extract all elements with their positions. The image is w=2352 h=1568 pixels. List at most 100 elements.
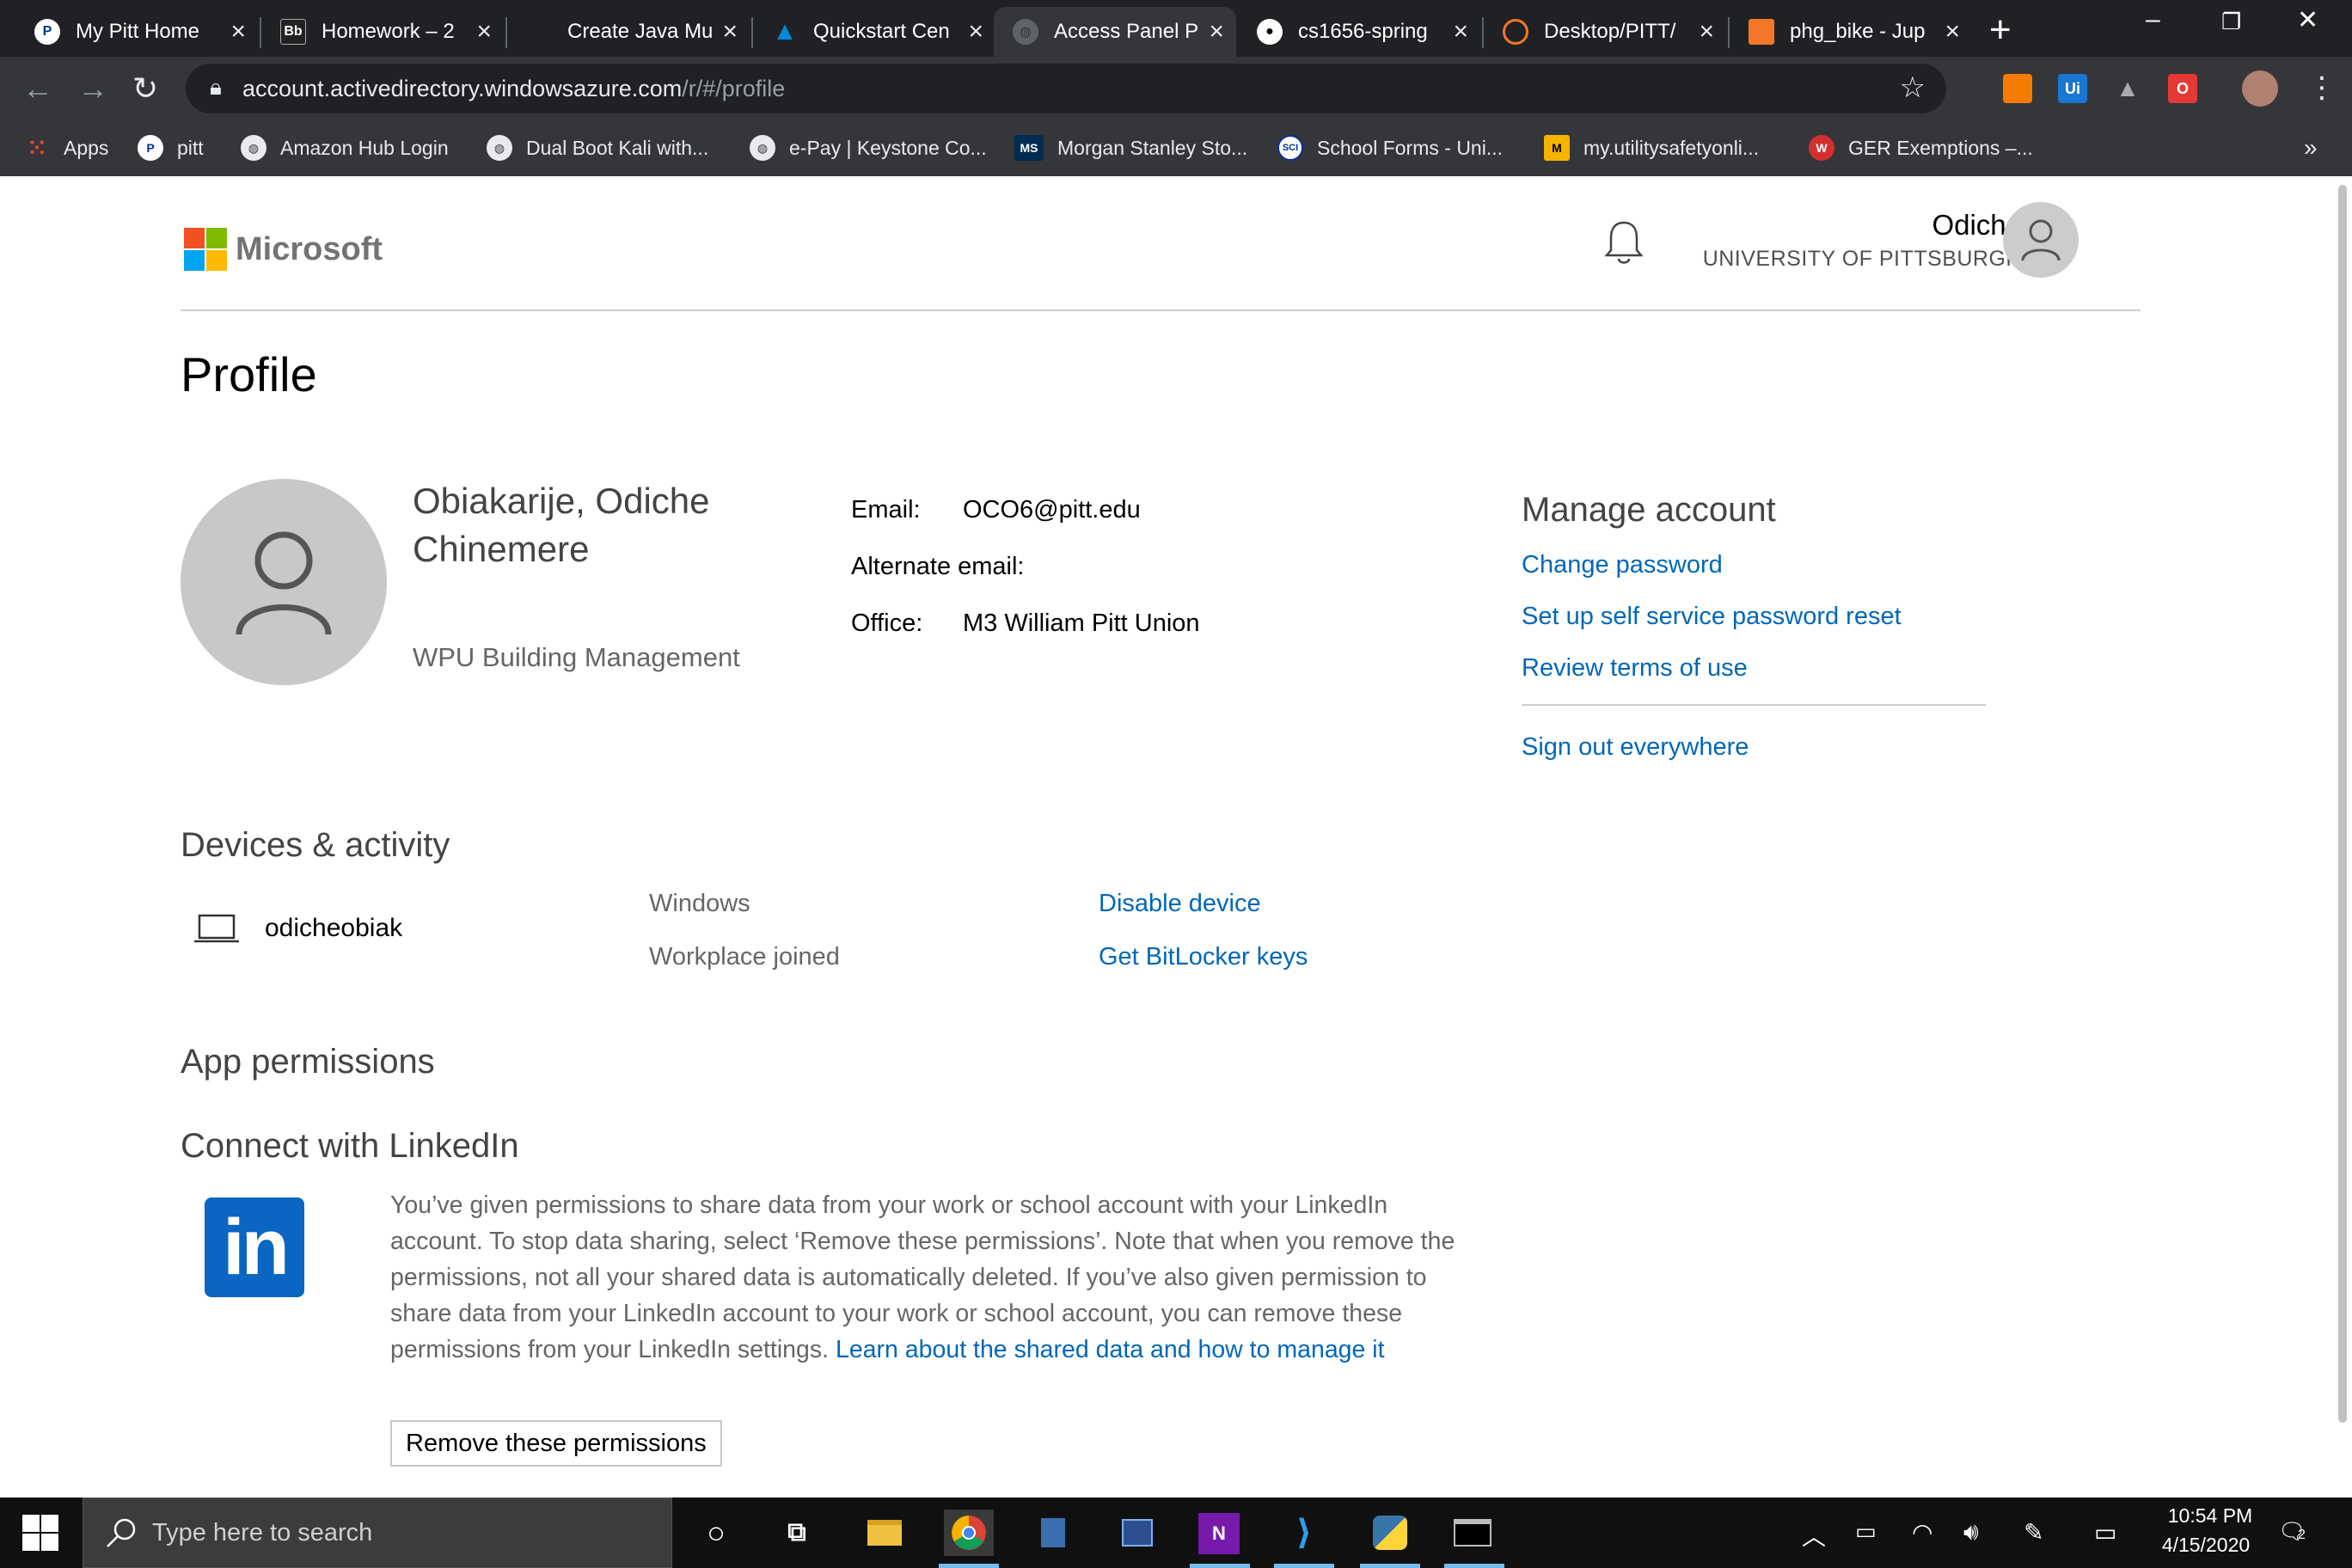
profile-avatar — [181, 479, 387, 685]
back-icon[interactable]: ← — [22, 70, 53, 107]
bookmark-star-icon[interactable]: ☆ — [1900, 70, 1926, 105]
vscode-icon[interactable]: ⟩ — [1281, 1510, 1327, 1556]
bookmark-apps[interactable]: ⁙ Apps — [24, 131, 108, 165]
pitt-seal-icon: P — [34, 19, 60, 45]
review-terms-link[interactable]: Review terms of use — [1522, 654, 1748, 683]
close-tab-icon[interactable]: × — [968, 17, 983, 46]
wifi-icon[interactable]: ◠ — [1912, 1518, 1932, 1547]
close-tab-icon[interactable]: × — [1699, 17, 1714, 46]
bookmarks-overflow-icon[interactable]: » — [2304, 131, 2318, 165]
close-tab-icon[interactable]: × — [722, 17, 738, 46]
page-title: Profile — [181, 347, 317, 401]
url-text[interactable]: account.activedirectory.windowsazure.com… — [242, 76, 785, 102]
sspr-link[interactable]: Set up self service password reset — [1522, 603, 1902, 631]
profile-avatar-icon[interactable] — [2242, 70, 2278, 107]
tab-desktop-pitt[interactable]: Desktop/PITT/ × — [1484, 7, 1726, 57]
header-divider — [181, 309, 2141, 311]
taskbar-search[interactable]: Type here to search — [83, 1498, 672, 1568]
bookmark-school-forms[interactable]: SCI School Forms - Uni... — [1277, 131, 1503, 165]
show-hidden-icons-chevron-icon[interactable]: ︿ — [1802, 1518, 1826, 1553]
linkedin-heading: Connect with LinkedIn — [181, 1127, 519, 1165]
clock-time[interactable]: 10:54 PM — [2163, 1504, 2257, 1528]
office-value: M3 William Pitt Union — [963, 609, 1200, 637]
disable-device-link[interactable]: Disable device — [1099, 890, 1261, 918]
scrollbar[interactable] — [2338, 185, 2347, 1423]
notification-center-icon[interactable]: 🗨︎2 — [2278, 1518, 2306, 1545]
tab-quickstart[interactable]: ▲ Quickstart Cen × — [753, 7, 995, 57]
person-icon — [236, 531, 332, 635]
tab-access-panel[interactable]: ◍ Access Panel P × — [994, 7, 1236, 57]
minimize-button[interactable]: – — [2146, 5, 2160, 34]
keyboard-icon[interactable]: ▭ — [2094, 1518, 2116, 1547]
windows-start-icon[interactable] — [22, 1515, 58, 1551]
bookmark-epay[interactable]: ◍ e-Pay | Keystone Co... — [750, 131, 987, 165]
clock-date[interactable]: 4/15/2020 — [2153, 1534, 2259, 1557]
close-window-button[interactable]: ✕ — [2297, 5, 2318, 35]
address-bar[interactable]: 🔒︎ account.activedirectory.windowsazure.… — [186, 64, 1946, 113]
file-explorer-icon[interactable] — [861, 1510, 908, 1556]
menu-kebab-icon[interactable]: ⋮ — [2307, 70, 2337, 105]
alternate-email-label: Alternate email: — [851, 553, 1025, 580]
close-tab-icon[interactable]: × — [1209, 17, 1224, 46]
reload-icon[interactable]: ↻ — [132, 70, 158, 107]
office-label: Office: — [851, 609, 923, 637]
tab-cs1656[interactable]: ● cs1656-spring × — [1238, 7, 1480, 57]
tab-strip: P My Pitt Home × Bb Homework – 2 × Creat… — [0, 0, 2352, 57]
manage-account-heading: Manage account — [1522, 491, 1776, 529]
bookmark-utility-safety[interactable]: M my.utilitysafetyonli... — [1544, 131, 1759, 165]
command-prompt-icon[interactable] — [1449, 1510, 1496, 1556]
pen-icon[interactable]: ✎ — [2024, 1518, 2043, 1547]
bookmark-pitt[interactable]: P pitt — [138, 131, 204, 165]
close-tab-icon[interactable]: × — [230, 17, 246, 46]
restore-button[interactable]: ❐ — [2221, 9, 2241, 35]
onenote-active-indicator — [1190, 1564, 1250, 1568]
battery-icon[interactable]: ▭ — [1855, 1518, 1877, 1545]
close-tab-icon[interactable]: × — [1945, 17, 1960, 46]
close-tab-icon[interactable]: × — [1453, 17, 1468, 46]
onenote-icon[interactable]: N — [1198, 1513, 1240, 1554]
app-permissions-heading: App permissions — [181, 1043, 435, 1081]
profile-department: WPU Building Management — [413, 642, 740, 672]
remove-permissions-button[interactable]: Remove these permissions — [390, 1420, 722, 1467]
tab-phg-bike[interactable]: phg_bike - Jup × — [1730, 7, 1972, 57]
security-tool-icon[interactable] — [1030, 1510, 1076, 1556]
network-tool-icon[interactable] — [1114, 1510, 1161, 1556]
forward-icon[interactable]: → — [77, 70, 108, 107]
person-icon — [2021, 219, 2061, 261]
volume-icon[interactable]: 🔊︎ — [1963, 1518, 1979, 1547]
bookmarks-bar: ⁙ Apps P pitt ◍ Amazon Hub Login ◍ Dual … — [0, 120, 2352, 176]
extension-ui-icon[interactable]: Ui — [2058, 74, 2087, 103]
tab-homework[interactable]: Bb Homework – 2 × — [261, 7, 504, 57]
email-label: Email: — [851, 496, 921, 524]
tab-create-java[interactable]: Create Java Mu × — [507, 7, 750, 57]
chrome-icon[interactable] — [944, 1510, 994, 1556]
windows-taskbar: Type here to search ○ ⧉ N ⟩ ︿ ▭ ◠ 🔊︎ ✎ ▭… — [0, 1498, 2352, 1568]
extension-red-icon[interactable]: O — [2168, 74, 2197, 103]
sign-out-everywhere-link[interactable]: Sign out everywhere — [1522, 733, 1749, 762]
device-name: odicheobiak — [265, 914, 403, 942]
github-icon: ● — [1257, 19, 1283, 45]
lock-icon: 🔒︎ — [210, 74, 222, 100]
bitlocker-keys-link[interactable]: Get BitLocker keys — [1099, 943, 1308, 971]
bookmark-ger-exemptions[interactable]: W GER Exemptions –... — [1809, 131, 2033, 165]
notification-bell-icon[interactable] — [1604, 219, 1644, 266]
m-logo-icon: M — [1544, 135, 1570, 161]
learn-shared-data-link[interactable]: Learn about the shared data and how to m… — [836, 1336, 1385, 1363]
microsoft-logo: Microsoft — [184, 228, 383, 271]
cortana-icon[interactable]: ○ — [693, 1510, 739, 1556]
search-icon — [107, 1518, 136, 1547]
new-tab-button[interactable]: + — [1989, 9, 2012, 52]
google-drive-icon[interactable]: ▲ — [2113, 74, 2142, 103]
manage-divider — [1522, 704, 1986, 706]
notebook-icon — [1749, 19, 1774, 45]
python-icon[interactable] — [1367, 1510, 1413, 1556]
tab-my-pitt-home[interactable]: P My Pitt Home × — [15, 7, 258, 57]
bookmark-morgan-stanley[interactable]: MS Morgan Stanley Sto... — [1014, 131, 1247, 165]
extension-orange-icon[interactable] — [2003, 74, 2032, 103]
task-view-icon[interactable]: ⧉ — [774, 1510, 820, 1556]
bookmark-dual-boot[interactable]: ◍ Dual Boot Kali with... — [487, 131, 708, 165]
user-avatar[interactable] — [2003, 202, 2079, 278]
change-password-link[interactable]: Change password — [1522, 551, 1723, 579]
close-tab-icon[interactable]: × — [476, 17, 492, 46]
bookmark-amazon-hub[interactable]: ◍ Amazon Hub Login — [241, 131, 449, 165]
